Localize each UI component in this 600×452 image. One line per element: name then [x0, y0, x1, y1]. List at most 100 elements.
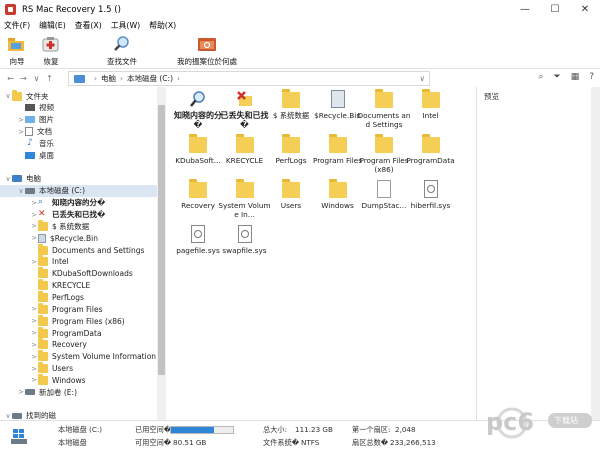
tree-item-label: Documents and Settings: [52, 245, 145, 255]
folder-icon: [189, 179, 207, 198]
file-item[interactable]: swapfile.sys: [217, 225, 273, 255]
expand-caret-icon[interactable]: >: [30, 305, 38, 313]
filter-icon[interactable]: ⏷: [554, 72, 561, 82]
tree-item[interactable]: > Program Files (x86): [0, 314, 157, 327]
first-sector-value: 2,048: [395, 425, 416, 434]
menu-tools[interactable]: 工具(W): [111, 20, 140, 31]
back-icon[interactable]: ←: [4, 74, 17, 83]
path-dropdown-icon[interactable]: ∨: [420, 74, 426, 83]
expand-caret-icon[interactable]: >: [17, 116, 25, 124]
expand-caret-icon[interactable]: ∨: [4, 175, 12, 183]
tree-item[interactable]: ∨ 电脑: [0, 173, 157, 185]
tree-item-label: Users: [52, 364, 74, 374]
menu-view[interactable]: 查看(X): [75, 20, 102, 31]
total-size-value: 111.23 GB: [295, 425, 333, 434]
folder-icon: [38, 279, 48, 291]
expand-caret-icon[interactable]: >: [30, 365, 38, 373]
view-mode-icon[interactable]: ▦: [571, 72, 580, 82]
free-space-label: 可用空间�: [135, 438, 172, 447]
tree-item[interactable]: KRECYCLE: [0, 279, 157, 292]
tree-item[interactable]: Documents and Settings: [0, 243, 157, 256]
folder-icon: [282, 179, 300, 198]
expand-caret-icon[interactable]: >: [30, 222, 38, 230]
file-item[interactable]: hiberfil.sys: [403, 180, 459, 210]
tree-item[interactable]: > ⌕ 知晓内容的分�: [0, 197, 157, 209]
tree-item[interactable]: > Recovery: [0, 338, 157, 351]
tree-item[interactable]: ∨ 文件夹: [0, 89, 157, 102]
expand-caret-icon[interactable]: >: [30, 317, 38, 325]
tree-scroll-thumb[interactable]: [158, 105, 165, 375]
expand-caret-icon[interactable]: >: [17, 388, 25, 396]
tree-item: [0, 398, 157, 410]
file-name: KRECYCLE: [225, 156, 264, 165]
tree-item[interactable]: > ProgramData: [0, 326, 157, 339]
system-file-icon: [191, 225, 205, 243]
tree-item: [0, 161, 157, 173]
video-icon: [25, 104, 35, 112]
drive-icon: [25, 187, 35, 194]
expand-caret-icon[interactable]: >: [30, 376, 38, 384]
preview-pane: 预览: [477, 87, 600, 420]
path-search-icon[interactable]: ⌕: [538, 72, 543, 82]
tree-item[interactable]: 桌面: [0, 149, 157, 161]
recover-button[interactable]: 恢复: [38, 32, 64, 68]
expand-caret-icon[interactable]: >: [30, 329, 38, 337]
tree-item[interactable]: > 文档: [0, 126, 157, 138]
tree-item[interactable]: > ✕ 已丢失和已找�: [0, 209, 157, 221]
file-name: Users: [280, 201, 302, 210]
tree-item[interactable]: > System Volume Information: [0, 350, 157, 363]
tree-item[interactable]: KDubaSoftDownloads: [0, 267, 157, 280]
file-name: $Recycle.Bin: [314, 111, 361, 120]
used-space-fill: [171, 427, 215, 433]
tree-item[interactable]: > Users: [0, 362, 157, 375]
expand-caret-icon[interactable]: >: [30, 234, 38, 242]
tree-item[interactable]: > $Recycle.Bin: [0, 232, 157, 244]
expand-caret-icon[interactable]: ∨: [17, 187, 25, 195]
tree-item[interactable]: ♪ 音乐: [0, 137, 157, 149]
minimize-button[interactable]: —: [510, 0, 540, 19]
tree-item[interactable]: ∨ 找到的磁: [0, 410, 157, 420]
music-icon: ♪: [27, 137, 33, 148]
tree-scrollbar[interactable]: [157, 87, 166, 420]
tree-item[interactable]: > Program Files: [0, 302, 157, 315]
file-item[interactable]: ProgramData: [403, 134, 459, 165]
wizard-button[interactable]: 向导: [4, 32, 30, 68]
file-item[interactable]: Intel: [403, 89, 459, 120]
tree-item[interactable]: > 图片: [0, 114, 157, 126]
tree-item[interactable]: > $ 系统数据: [0, 219, 157, 232]
tree-item[interactable]: > Intel: [0, 255, 157, 268]
expand-caret-icon[interactable]: >: [30, 211, 38, 219]
sector-count-value: 233,266,513: [390, 438, 436, 447]
expand-caret-icon[interactable]: >: [30, 199, 38, 207]
where-is-my-file-button[interactable]: 我的搵案位於何處: [172, 32, 242, 68]
tree-item-label: 视频: [39, 103, 54, 113]
up-icon[interactable]: ↑: [43, 74, 56, 83]
folder-icon: [328, 179, 347, 198]
history-dropdown-icon[interactable]: ∨: [30, 74, 43, 83]
tree-item[interactable]: ∨ 本地磁盘 (C:): [0, 184, 157, 197]
help-icon[interactable]: ?: [589, 72, 594, 82]
close-button[interactable]: ✕: [570, 0, 600, 19]
expand-caret-icon[interactable]: >: [30, 258, 38, 266]
path-box[interactable]: › 电脑 › 本地磁盘 (C:) › ∨: [68, 71, 430, 86]
tree-item[interactable]: 视频: [0, 102, 157, 114]
expand-caret-icon[interactable]: ∨: [4, 92, 12, 100]
tree-item[interactable]: > Windows: [0, 373, 157, 386]
forward-icon[interactable]: →: [17, 74, 30, 83]
find-files-button[interactable]: 查找文件: [102, 32, 142, 68]
menu-file[interactable]: 文件(F): [4, 20, 30, 31]
menu-edit[interactable]: 编辑(E): [39, 20, 66, 31]
menu-help[interactable]: 帮助(X): [149, 20, 176, 31]
tree-item[interactable]: PerfLogs: [0, 290, 157, 303]
breadcrumb-drive[interactable]: 本地磁盘 (C:): [127, 73, 173, 84]
expand-caret-icon[interactable]: ∨: [4, 412, 12, 420]
breadcrumb-computer[interactable]: 电脑: [101, 73, 116, 84]
preview-scrollbar[interactable]: [591, 87, 600, 420]
tree-item[interactable]: > 新加卷 (E:): [0, 386, 157, 398]
expand-caret-icon[interactable]: >: [30, 353, 38, 361]
drive-type: 本地磁盘: [58, 438, 87, 447]
expand-caret-icon[interactable]: >: [17, 128, 25, 136]
tree-item-label: KRECYCLE: [52, 281, 91, 291]
maximize-button[interactable]: ☐: [540, 0, 570, 19]
expand-caret-icon[interactable]: >: [30, 341, 38, 349]
